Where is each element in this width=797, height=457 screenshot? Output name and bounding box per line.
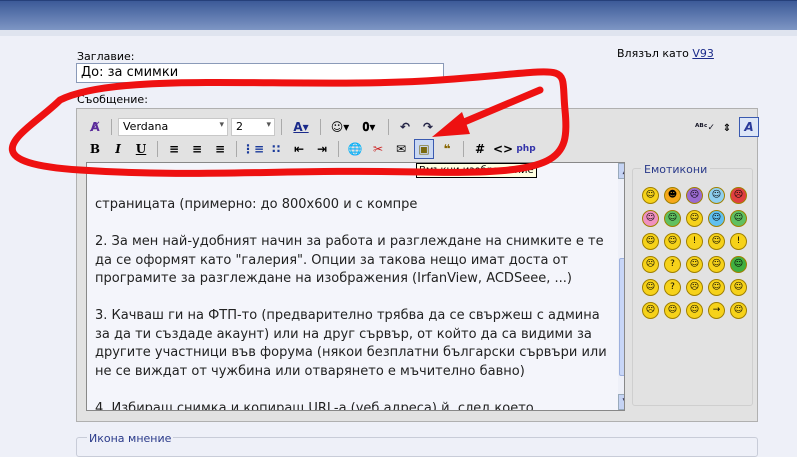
username-link[interactable]: V93 [692, 47, 714, 60]
scrollbar[interactable]: ▲ ▼ [618, 163, 624, 410]
emoticon-icon[interactable]: ? [664, 256, 681, 273]
emoticon-icon[interactable]: ☺ [730, 256, 747, 273]
emoticons-title: Емотикони [641, 163, 711, 176]
resize-icon[interactable]: ⇕ [717, 118, 737, 138]
hash-icon[interactable]: # [470, 139, 490, 159]
toolbar-row-2: B I U ≡ ≡ ≡ ⋮≡ ∷ ⇤ ⇥ 🌐 ✂ ✉ ▣ ❝ # <> php [85, 139, 536, 159]
emoticon-icon[interactable]: ! [686, 233, 703, 250]
emoticon-icon[interactable]: ☺ [708, 187, 725, 204]
insert-image-icon[interactable]: ▣ [414, 139, 434, 159]
emoticon-icon[interactable]: ☺ [664, 210, 681, 227]
emoticon-icon[interactable]: ☺ [664, 302, 681, 319]
message-line [95, 381, 616, 400]
smiley-menu-icon[interactable]: ☺▾ [327, 117, 353, 137]
ordered-list-icon[interactable]: ⋮≡ [242, 139, 264, 159]
undo-icon[interactable]: ↶ [395, 117, 415, 137]
scroll-thumb[interactable] [619, 258, 624, 376]
emoticon-icon[interactable]: ☺ [686, 302, 703, 319]
emoticon-icon[interactable]: ☺ [686, 256, 703, 273]
emoticon-icon[interactable]: ☺ [686, 210, 703, 227]
message-line: 4. Избираш снимка и копираш URL-а (уеб а… [95, 400, 534, 411]
remove-format-icon[interactable]: A̸ [85, 117, 105, 137]
unordered-list-icon[interactable]: ∷ [266, 139, 286, 159]
size-select[interactable]: 2 [231, 118, 275, 136]
header-bar [0, 0, 797, 30]
emoticon-icon[interactable]: ☺ [708, 279, 725, 296]
underline-icon[interactable]: U [131, 139, 151, 159]
login-status: Влязъл като V93 [617, 47, 714, 60]
emoticon-icon[interactable]: ☻ [664, 187, 681, 204]
emoticon-icon[interactable]: ☺ [664, 233, 681, 250]
emoticon-icon[interactable]: ? [664, 279, 681, 296]
switch-mode-icon[interactable]: A [739, 117, 759, 137]
align-center-icon[interactable]: ≡ [187, 139, 207, 159]
header-band [0, 30, 797, 36]
emoticon-icon[interactable]: → [708, 302, 725, 319]
emoticon-icon[interactable]: ☺ [642, 187, 659, 204]
code-icon[interactable]: <> [493, 139, 513, 159]
emoticon-icon[interactable]: ☺ [730, 210, 747, 227]
emoticon-icon[interactable]: ☺ [730, 279, 747, 296]
italic-icon[interactable]: I [108, 139, 128, 159]
toolbar-row-1: A̸ Verdana 2 A▾ ☺▾ 𝟎▾ ↶ ↷ [85, 117, 438, 137]
quote-icon[interactable]: ❝ [437, 139, 457, 159]
redo-icon[interactable]: ↷ [418, 117, 438, 137]
login-prefix: Влязъл като [617, 47, 689, 60]
scroll-up-icon[interactable]: ▲ [618, 163, 624, 179]
title-input[interactable]: До: за смимки [76, 63, 444, 83]
font-color-icon[interactable]: A▾ [288, 117, 314, 137]
emoticon-icon[interactable]: ☹ [686, 279, 703, 296]
message-line [95, 289, 616, 308]
spellcheck-icon[interactable]: ᴬᴮᶜ✓ [695, 118, 715, 138]
emoticon-icon[interactable]: ☺ [708, 256, 725, 273]
php-icon[interactable]: php [516, 139, 536, 159]
post-icon-fieldset: Икона мнение [76, 432, 758, 457]
outdent-icon[interactable]: ⇤ [289, 139, 309, 159]
font-select[interactable]: Verdana [118, 118, 228, 136]
align-right-icon[interactable]: ≡ [210, 139, 230, 159]
emoticon-icon[interactable]: ☹ [642, 256, 659, 273]
scroll-down-icon[interactable]: ▼ [618, 394, 624, 410]
emoticon-icon[interactable]: ! [730, 233, 747, 250]
attach-icon[interactable]: 𝟎▾ [356, 117, 382, 137]
emoticon-icon[interactable]: ☺ [642, 210, 659, 227]
align-left-icon[interactable]: ≡ [164, 139, 184, 159]
indent-icon[interactable]: ⇥ [312, 139, 332, 159]
insert-link-icon[interactable]: 🌐 [345, 139, 365, 159]
insert-image-tooltip: Вмъкни изображение [416, 163, 537, 178]
emoticon-icon[interactable]: ☺ [642, 279, 659, 296]
message-line: 2. За мен най-удобният начин за работа и… [95, 234, 608, 286]
remove-link-icon[interactable]: ✂ [368, 139, 388, 159]
emoticon-icon[interactable]: ☹ [686, 187, 703, 204]
message-line: 3. Качваш ги на ФТП-то (предварително тр… [95, 308, 611, 379]
emoticon-icon[interactable]: ☹ [642, 302, 659, 319]
message-line [95, 215, 616, 234]
message-text: страницата (примерно: до 800x600 и с ком… [95, 196, 616, 411]
title-label: Заглавие: [77, 50, 135, 63]
bold-icon[interactable]: B [85, 139, 105, 159]
emoticon-icon[interactable]: ☺ [708, 210, 725, 227]
emoticon-icon[interactable]: ☺ [730, 302, 747, 319]
message-line: страницата (примерно: до 800x600 и с ком… [95, 197, 418, 212]
emoticon-icon[interactable]: ☹ [730, 187, 747, 204]
message-label: Съобщение: [77, 93, 148, 106]
emoticon-icon[interactable]: ☺ [708, 233, 725, 250]
insert-email-icon[interactable]: ✉ [391, 139, 411, 159]
post-icon-title: Икона мнение [87, 432, 174, 445]
emoticons-panel: Емотикони ☺ ☻ ☹ ☺ ☹ ☺ ☺ ☺ ☺ ☺ ☺ ☺! ☺! ☹? ☺ ☺ ☺ ☺? ☹ ☺ ☺ ☹ ☺ ☺ → ☺ [632, 163, 753, 406]
message-textarea[interactable]: страницата (примерно: до 800x600 и с ком… [86, 162, 625, 411]
message-editor: A̸ Verdana 2 A▾ ☺▾ 𝟎▾ ↶ ↷ B I U ≡ ≡ ≡ ⋮≡… [76, 108, 759, 422]
emoticon-icon[interactable]: ☺ [642, 233, 659, 250]
